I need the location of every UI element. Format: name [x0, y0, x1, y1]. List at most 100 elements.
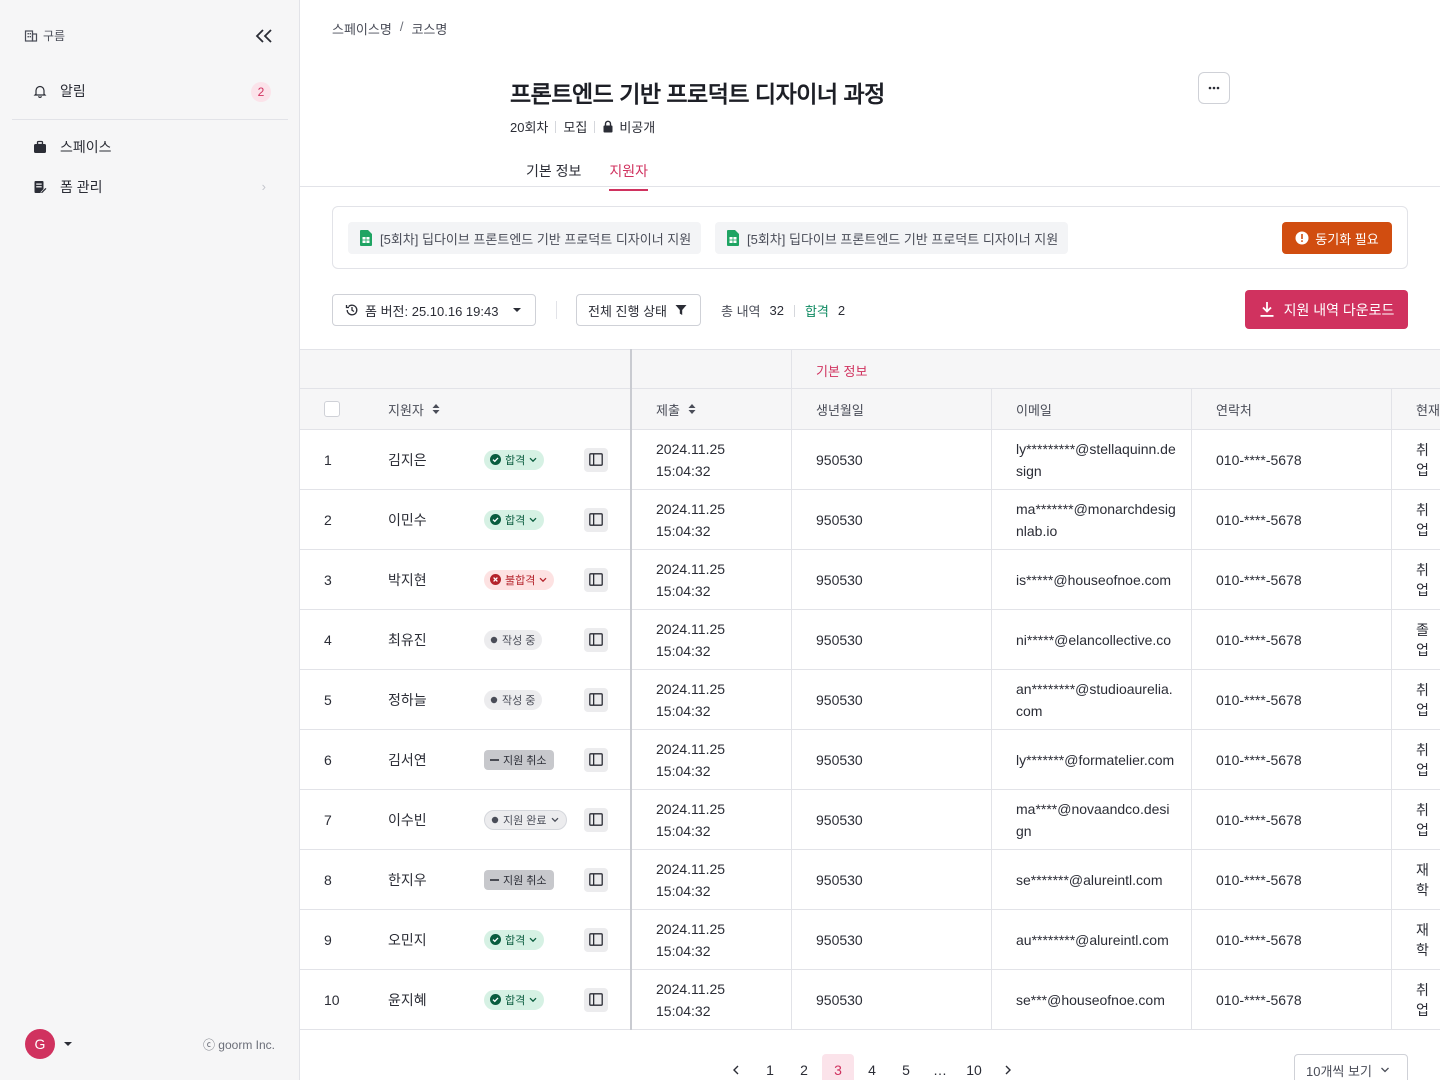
- open-detail-panel-button[interactable]: [584, 807, 608, 832]
- applicant-name[interactable]: 이수빈: [388, 790, 427, 849]
- table-row[interactable]: 8 한지우 지원 취소 2024.11.25 15:04:32 950530 se*****…: [300, 850, 1440, 910]
- column-divider: [1391, 389, 1392, 1030]
- column-header-applicant[interactable]: 지원자: [388, 389, 440, 429]
- linked-sheet-chip[interactable]: [5회차] 딥다이브 프론트엔드 기반 프로덕트 디자이너 지원: [348, 222, 702, 254]
- phone-number: 010-****-5678: [1216, 931, 1302, 948]
- breadcrumb-space[interactable]: 스페이스명: [332, 19, 392, 38]
- current-status: 취업: [1416, 501, 1429, 538]
- submitted-date: 2024.11.25: [656, 920, 726, 937]
- table-row[interactable]: 9 오민지 합격 2024.11.25 15:04:32 950530 au********…: [300, 910, 1440, 970]
- applicant-name[interactable]: 정하늘: [388, 670, 427, 729]
- progress-status-filter[interactable]: 전체 진행 상태: [576, 294, 701, 326]
- sidebar-divider: [12, 119, 288, 120]
- page-number-button[interactable]: 1: [754, 1054, 786, 1080]
- email-address: ni*****@elancollective.co: [1016, 631, 1172, 648]
- table-row[interactable]: 4 최유진 작성 중 2024.11.25 15:04:32 950530 ni*****@…: [300, 610, 1440, 670]
- lock-icon: [603, 120, 613, 133]
- open-detail-panel-button[interactable]: [584, 627, 608, 652]
- download-applications-button[interactable]: 지원 내역 다운로드: [1245, 290, 1408, 329]
- column-header-submitted[interactable]: 제출: [656, 389, 696, 429]
- status-badge[interactable]: 합격: [484, 509, 545, 530]
- status-badge[interactable]: 지원 완료: [484, 809, 567, 830]
- applicant-name[interactable]: 김서연: [388, 730, 427, 789]
- status-badge[interactable]: 합격: [484, 929, 545, 950]
- tab-underline-divider: [300, 186, 1440, 187]
- previous-page-button[interactable]: [720, 1054, 752, 1080]
- page-number-button[interactable]: 10: [958, 1054, 990, 1080]
- open-detail-panel-button[interactable]: [584, 447, 608, 472]
- sidebar-item-notifications[interactable]: 알림 2: [24, 75, 276, 107]
- applicant-name[interactable]: 오민지: [388, 910, 427, 969]
- open-detail-panel-button[interactable]: [584, 747, 608, 772]
- status-badge[interactable]: 불합격: [484, 569, 555, 590]
- select-all-cell: [324, 389, 340, 429]
- current-status: 취업: [1416, 561, 1429, 598]
- open-detail-panel-button[interactable]: [584, 567, 608, 592]
- page-number-button[interactable]: 3: [822, 1054, 854, 1080]
- status-label: 지원 완료: [503, 814, 547, 827]
- applicant-name[interactable]: 이민수: [388, 490, 427, 549]
- alert-circle-icon: [1295, 231, 1309, 245]
- open-detail-panel-button[interactable]: [584, 687, 608, 712]
- google-sheets-icon: [727, 230, 739, 246]
- history-icon: [345, 304, 358, 316]
- select-all-checkbox[interactable]: [324, 401, 340, 417]
- sidebar-item-space[interactable]: 스페이스: [24, 131, 276, 163]
- applicant-name[interactable]: 윤지혜: [388, 970, 427, 1029]
- chevron-down-icon: [1380, 1067, 1389, 1073]
- status-badge[interactable]: 합격: [484, 989, 545, 1010]
- status-badge[interactable]: 지원 취소: [484, 869, 554, 890]
- table-row[interactable]: 3 박지현 불합격 2024.11.25 15:04:32 950530 is*****@h…: [300, 550, 1440, 610]
- table-row[interactable]: 10 윤지혜 합격 2024.11.25 15:04:32 950530 se***@hou…: [300, 970, 1440, 1030]
- open-detail-panel-button[interactable]: [584, 927, 608, 952]
- applicant-name[interactable]: 박지현: [388, 550, 427, 609]
- status-badge[interactable]: 합격: [484, 449, 545, 470]
- page-number-button[interactable]: 5: [890, 1054, 922, 1080]
- chevron-right-icon: ›: [261, 179, 266, 194]
- form-version-select[interactable]: 폼 버전: 25.10.16 19:43: [332, 294, 536, 326]
- open-detail-panel-button[interactable]: [584, 987, 608, 1012]
- page-size-select[interactable]: 10개씩 보기: [1294, 1054, 1408, 1080]
- linked-sheet-chip[interactable]: [5회차] 딥다이브 프론트엔드 기반 프로덕트 디자이너 지원: [715, 222, 1069, 254]
- table-row[interactable]: 1 김지은 합격 2024.11.25 15:04:32 950530 ly********…: [300, 430, 1440, 490]
- page-number-button[interactable]: 2: [788, 1054, 820, 1080]
- caret-down-icon[interactable]: [63, 1038, 73, 1050]
- table-row[interactable]: 7 이수빈 지원 완료 2024.11.25 15:04:32 950530 ma****@…: [300, 790, 1440, 850]
- open-detail-panel-button[interactable]: [584, 507, 608, 532]
- column-divider: [991, 389, 992, 1030]
- table-row[interactable]: 5 정하늘 작성 중 2024.11.25 15:04:32 950530 an******…: [300, 670, 1440, 730]
- panel-cell: [584, 670, 608, 729]
- submitted-at: 2024.11.25 15:04:32: [656, 550, 725, 609]
- birth-date: 950530: [816, 991, 863, 1008]
- applicant-name[interactable]: 김지은: [388, 430, 427, 489]
- column-header-birth-date: 생년월일: [816, 402, 864, 418]
- submitted-date: 2024.11.25: [656, 440, 726, 457]
- user-avatar[interactable]: G: [25, 1029, 55, 1059]
- workspace-brand[interactable]: 구름: [24, 27, 65, 44]
- submitted-date: 2024.11.25: [656, 980, 726, 997]
- status-badge[interactable]: 작성 중: [484, 689, 543, 710]
- status-badge[interactable]: 작성 중: [484, 629, 543, 650]
- more-options-button[interactable]: [1198, 72, 1230, 104]
- collapse-sidebar-button[interactable]: [252, 24, 276, 48]
- submitted-time: 15:04:32: [656, 882, 711, 899]
- open-detail-panel-button[interactable]: [584, 867, 608, 892]
- sort-icon: [432, 404, 440, 414]
- pass-label: 합격: [804, 304, 829, 319]
- sync-required-button[interactable]: 동기화 필요: [1282, 222, 1392, 254]
- building-icon: [24, 29, 38, 42]
- applicant-name[interactable]: 최유진: [388, 610, 427, 669]
- applicant-name[interactable]: 한지우: [388, 850, 427, 909]
- table-row[interactable]: 6 김서연 지원 취소 2024.11.25 15:04:32 950530 ly*****…: [300, 730, 1440, 790]
- sidebar-item-form-management[interactable]: 폼 관리 ›: [24, 171, 276, 203]
- next-page-button[interactable]: [992, 1054, 1024, 1080]
- status-badge[interactable]: 지원 취소: [484, 749, 554, 770]
- breadcrumb-course[interactable]: 코스명: [411, 19, 447, 38]
- current-status: 취업: [1416, 801, 1429, 838]
- page-number-button[interactable]: 4: [856, 1054, 888, 1080]
- table-row[interactable]: 2 이민수 합격 2024.11.25 15:04:32 950530 ma*******@…: [300, 490, 1440, 550]
- column-header-email: 이메일: [1016, 402, 1052, 418]
- status-label: 합격: [505, 514, 526, 527]
- ellipsis-icon: [1208, 86, 1220, 90]
- x-circle-icon: [490, 574, 501, 585]
